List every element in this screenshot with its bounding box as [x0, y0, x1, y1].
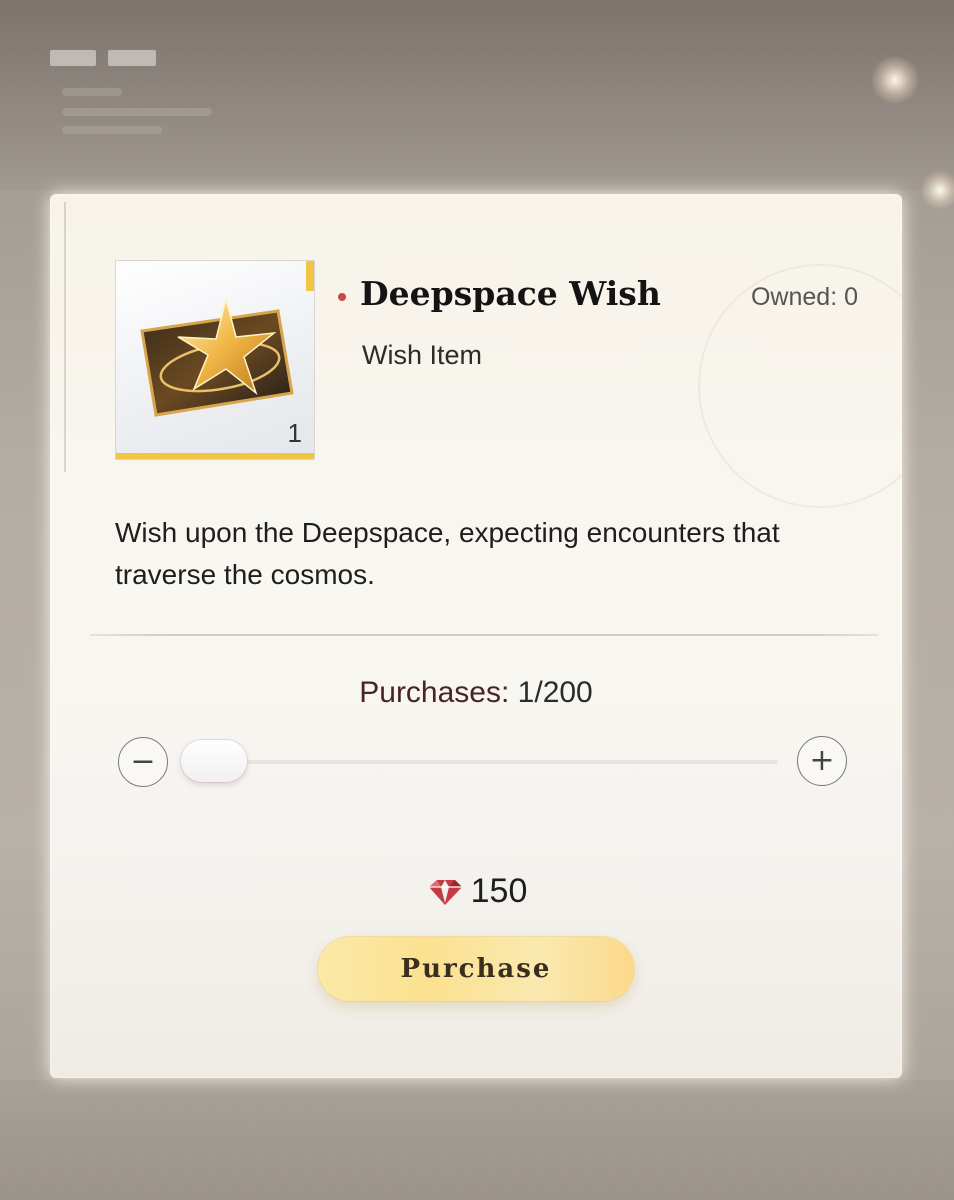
minus-icon: −	[130, 744, 156, 779]
background-line	[62, 88, 122, 96]
item-description: Wish upon the Deepspace, expecting encou…	[115, 517, 780, 590]
purchases-count: 1/200	[517, 676, 593, 709]
item-quantity-badge: 1	[287, 418, 302, 448]
background-top	[0, 0, 954, 190]
background-tag	[50, 50, 96, 66]
plus-icon: +	[809, 743, 835, 778]
rarity-tag	[306, 261, 314, 291]
price-amount: 150	[470, 872, 528, 910]
purchase-dialog: 1 Deepspace Wish Wish Item Owned: 0 Wish…	[50, 194, 902, 1078]
light-flare	[920, 170, 954, 210]
background-line	[62, 108, 212, 116]
background-line	[62, 126, 162, 134]
divider	[90, 634, 878, 636]
owned-count: Owned: 0	[750, 283, 858, 311]
purchases-counter: Purchases: 1/200	[50, 676, 902, 710]
background-bottom	[0, 1080, 954, 1200]
rarity-bar	[116, 453, 314, 459]
item-thumbnail: 1	[115, 260, 315, 460]
light-flare	[870, 55, 920, 105]
card-decoration	[64, 202, 76, 472]
deepspace-wish-icon	[140, 298, 294, 417]
price-display: 150	[50, 872, 902, 911]
title-marker-dot	[338, 293, 346, 301]
item-title: Deepspace Wish	[360, 274, 661, 313]
quantity-slider-handle[interactable]	[181, 740, 247, 782]
gem-icon	[428, 879, 462, 905]
purchases-label: Purchases:	[359, 676, 510, 709]
background-tag	[108, 50, 156, 66]
quantity-slider-track[interactable]	[183, 760, 778, 764]
purchase-button[interactable]: Purchase	[318, 937, 634, 1001]
item-type: Wish Item	[362, 340, 483, 370]
decrease-quantity-button[interactable]: −	[118, 737, 168, 787]
increase-quantity-button[interactable]: +	[797, 736, 847, 786]
